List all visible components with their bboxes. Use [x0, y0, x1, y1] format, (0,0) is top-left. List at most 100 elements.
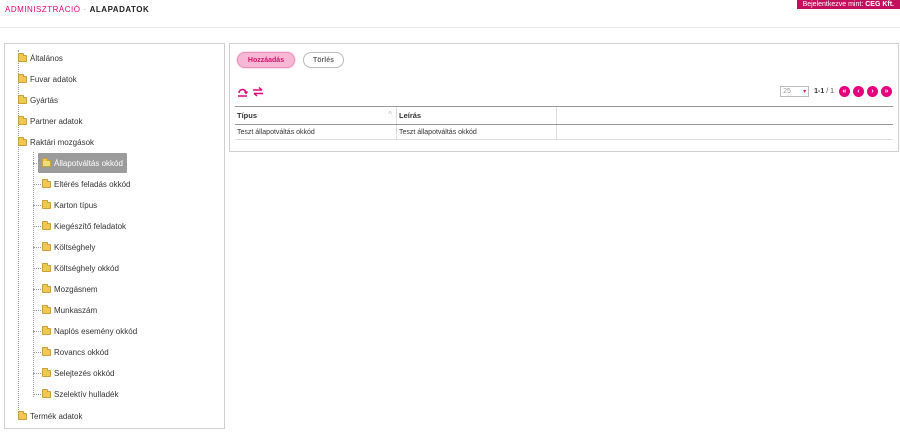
tree-connector: [33, 184, 41, 185]
tree-item-label: Kiegészítő feladatok: [54, 221, 127, 231]
tree-item-selejtezes-okkod[interactable]: Selejtezés okkód: [42, 363, 114, 383]
folder-icon: [42, 304, 51, 314]
tree-item-label: Naplós esemény okkód: [54, 326, 138, 336]
tree-item-rovancs-okkod[interactable]: Rovancs okkód: [42, 342, 109, 362]
tree-item-label: Állapotváltás okkód: [54, 158, 123, 168]
pager: 25 ▾ 1-1 / 1 « ‹ › »: [780, 85, 892, 97]
folder-icon: [18, 410, 27, 420]
tree-item-partner-adatok[interactable]: Partner adatok: [18, 111, 82, 131]
first-page-icon[interactable]: «: [839, 85, 850, 97]
tree-item-gyartas[interactable]: Gyártás: [18, 90, 58, 110]
page-size-select[interactable]: 25 ▾: [780, 85, 810, 97]
tree-connector: [33, 373, 41, 374]
tree-item-koltseghely-okkod[interactable]: Költséghely okkód: [42, 258, 119, 278]
tree-item-label: Általános: [30, 53, 63, 63]
tree-item-naplos-esemeny-okkod[interactable]: Naplós esemény okkód: [42, 321, 137, 341]
page-info: 1-1 / 1: [814, 88, 834, 95]
tree-connector: [33, 268, 41, 269]
last-page-icon[interactable]: »: [881, 85, 892, 97]
data-grid: Típus ^ Leírás Teszt állapotváltás okkód…: [235, 106, 893, 140]
folder-icon: [42, 241, 51, 251]
tree-item-szelektiv-hulladek[interactable]: Szelektív hulladék: [42, 384, 118, 404]
column-header-tipus[interactable]: Típus ^: [235, 107, 397, 124]
login-prefix: Bejelentkezve mint:: [802, 1, 864, 8]
grid-header: Típus ^ Leírás: [235, 106, 893, 125]
tree-item-koltseghely[interactable]: Költséghely: [42, 237, 95, 257]
tree-item-label: Munkaszám: [54, 305, 98, 315]
column-header-leiras[interactable]: Leírás: [397, 107, 557, 124]
prev-page-icon[interactable]: ‹: [853, 85, 864, 97]
tree-item-altalanos[interactable]: Általános: [18, 48, 63, 68]
next-page-icon[interactable]: ›: [867, 85, 878, 97]
column-header-label: Típus: [237, 111, 257, 120]
table-cell: [557, 125, 893, 139]
table-row[interactable]: Teszt állapotváltás okkód Teszt állapotv…: [235, 125, 893, 140]
page-size-value: 25: [783, 87, 791, 95]
folder-icon: [18, 115, 27, 125]
tree-item-label: Mozgásnem: [54, 284, 98, 294]
sort-asc-icon[interactable]: ^: [388, 110, 392, 119]
tree-item-label: Fuvar adatok: [30, 74, 77, 84]
tree-item-munkaszam[interactable]: Munkaszám: [42, 300, 97, 320]
tree-connector: [33, 352, 41, 353]
add-button[interactable]: Hozzáadás: [237, 52, 295, 68]
tree-item-elteres-feladas-okkod[interactable]: Eltérés feladás okkód: [42, 174, 131, 194]
tree-item-termek-adatok[interactable]: Termék adatok: [18, 406, 82, 426]
tree-item-label: Eltérés feladás okkód: [54, 179, 131, 189]
folder-icon: [18, 73, 27, 83]
header-divider: [0, 27, 900, 28]
folder-icon: [18, 52, 27, 62]
tree-connector: [33, 226, 41, 227]
tree-connector: [33, 289, 41, 290]
folder-icon: [42, 388, 51, 398]
folder-icon: [42, 157, 51, 167]
table-cell: Teszt állapotváltás okkód: [397, 125, 557, 139]
tree-item-mozgasnem[interactable]: Mozgásnem: [42, 279, 98, 299]
folder-icon: [42, 367, 51, 377]
tree-item-label: Gyártás: [30, 95, 59, 105]
folder-icon: [42, 178, 51, 188]
chevron-down-icon: ▾: [803, 88, 807, 95]
breadcrumb-root[interactable]: ADMINISZTRÁCIÓ: [5, 5, 80, 14]
breadcrumb-current: ALAPADATOK: [89, 5, 150, 14]
delete-button[interactable]: Törlés: [303, 52, 344, 68]
tree-item-label: Költséghely okkód: [54, 263, 119, 273]
tree-item-karton-tipus[interactable]: Karton típus: [42, 195, 97, 215]
tree-item-label: Selejtezés okkód: [54, 368, 115, 378]
tree-item-label: Költséghely: [54, 242, 96, 252]
folder-icon: [42, 346, 51, 356]
tree-connector: [33, 331, 41, 332]
tree-item-label: Karton típus: [54, 200, 98, 210]
tree-connector: [33, 152, 34, 397]
table-cell: Teszt állapotváltás okkód: [235, 125, 397, 139]
tree-item-label: Szelektív hulladék: [54, 389, 119, 399]
folder-icon: [18, 136, 27, 146]
page-range: 1-1: [814, 87, 825, 95]
folder-icon: [18, 94, 27, 104]
column-header-label: Leírás: [399, 111, 422, 120]
swap-icon[interactable]: [252, 86, 264, 100]
login-status-badge[interactable]: Bejelentkezve mint: CEG Kft.: [796, 0, 900, 9]
tree-panel: Általános Fuvar adatok Gyártás Partner a…: [4, 43, 225, 429]
tree-connector: [33, 310, 41, 311]
tree-connector: [33, 394, 41, 395]
tree-item-raktari-mozgasok[interactable]: Raktári mozgások: [18, 132, 94, 152]
folder-icon: [42, 325, 51, 335]
tree-item-kiegeszito-feladatok[interactable]: Kiegészítő feladatok: [42, 216, 126, 236]
login-user: CEG Kft.: [865, 1, 894, 8]
tree-item-allapotvaltas-okkod[interactable]: Állapotváltás okkód: [38, 153, 127, 173]
tree-item-label: Partner adatok: [30, 116, 83, 126]
folder-icon: [42, 220, 51, 230]
tree-item-label: Raktári mozgások: [30, 137, 95, 147]
page-total: / 1: [826, 87, 834, 95]
tree-item-fuvar-adatok[interactable]: Fuvar adatok: [18, 69, 77, 89]
tree-item-label: Termék adatok: [30, 411, 83, 421]
refresh-icon[interactable]: [237, 86, 248, 100]
folder-icon: [42, 199, 51, 209]
folder-icon: [42, 262, 51, 272]
tree-item-label: Rovancs okkód: [54, 347, 109, 357]
tree-connector: [33, 247, 41, 248]
top-bar: ADMINISZTRÁCIÓ · ALAPADATOK Bejelentkezve …: [0, 0, 900, 20]
folder-icon: [42, 283, 51, 293]
breadcrumb: ADMINISZTRÁCIÓ · ALAPADATOK: [5, 5, 149, 14]
